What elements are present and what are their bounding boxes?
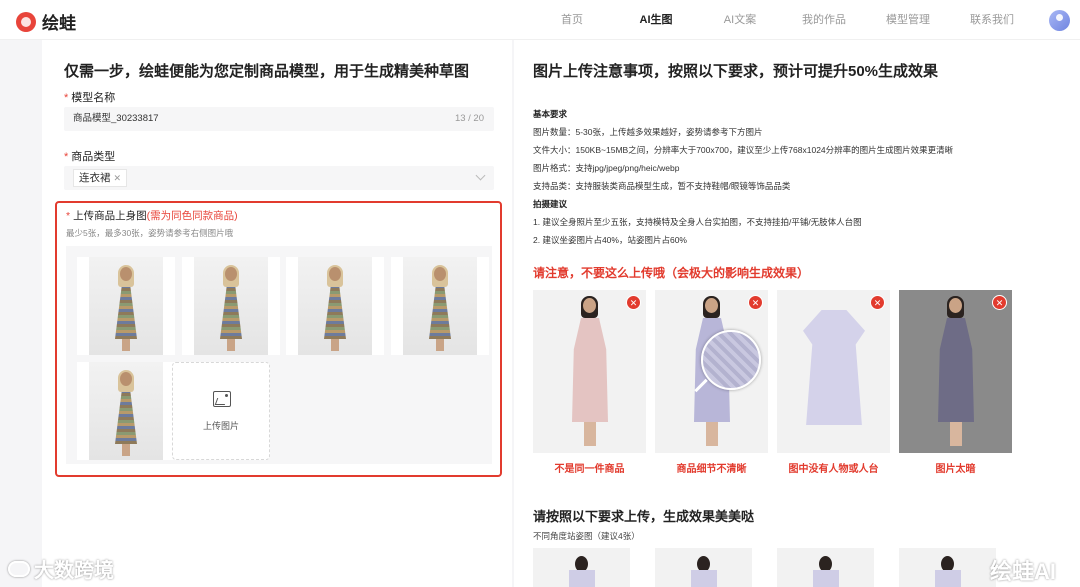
upload-hint: 最少5张，最多30张，姿势请参考右侧图片哦 <box>66 228 234 238</box>
logo-icon <box>16 11 36 32</box>
uploaded-image[interactable] <box>77 257 175 355</box>
form-title: 仅需一步，绘蛙便能为您定制商品模型，用于生成精美种草图 <box>64 63 470 80</box>
shooting-tip-line: 2. 建议坐姿图片占40%，站姿图片占60% <box>533 235 687 245</box>
model-name-input[interactable]: 商品模型_30233817 13 / 20 <box>64 107 494 131</box>
chevron-down-icon <box>475 170 486 181</box>
nav-home[interactable]: 首页 <box>530 0 614 40</box>
watermark-right: 绘蛙AI <box>990 559 1057 584</box>
category-tag: 连衣裙 ✕ <box>73 169 128 187</box>
uploaded-image[interactable] <box>77 362 175 460</box>
nav-ai-copy[interactable]: AI文案 <box>698 0 782 40</box>
upload-guidelines-panel: 图片上传注意事项，按照以下要求，预计可提升50%生成效果 基本要求 图片数量：5… <box>514 40 1080 587</box>
shooting-tip-line: 1. 建议全身照片至少五张，支持模特及全身人台实拍图，不支持挂拍/平铺/无肢体人… <box>533 217 862 227</box>
good-examples-title: 请按照以下要求上传，生成效果美美哒 <box>533 509 755 524</box>
nav-ai-image[interactable]: AI生图 <box>614 0 698 40</box>
requirement-line: 支持品类：支持服装类商品模型生成，暂不支持鞋帽/眼镜等饰品品类 <box>533 181 791 191</box>
bad-example-card: ✕ <box>777 290 890 453</box>
upload-label: * 上传商品上身图(需为同色同款商品) <box>66 210 238 222</box>
image-grid: 上传图片 <box>66 246 492 464</box>
main-nav: 首页 AI生图 AI文案 我的作品 模型管理 联系我们 <box>530 0 1034 40</box>
user-avatar[interactable] <box>1049 10 1070 31</box>
requirements-list: 基本要求 图片数量：5-30张，上传越多效果越好，姿势请参考下方图片 文件大小：… <box>533 105 953 249</box>
close-icon: ✕ <box>992 295 1007 310</box>
char-counter: 13 / 20 <box>454 113 484 124</box>
basic-requirements-heading: 基本要求 <box>533 109 568 119</box>
nav-my-works[interactable]: 我的作品 <box>782 0 866 40</box>
magnifier-detail-icon <box>701 330 761 390</box>
logo-text: 绘蛙 <box>42 14 76 33</box>
remove-tag-icon[interactable]: ✕ <box>114 173 122 183</box>
good-examples-subtitle: 不同角度站姿图（建议4张） <box>533 531 640 541</box>
watermark-left: 大数跨境 <box>8 554 114 583</box>
uploaded-image[interactable] <box>391 257 489 355</box>
watermark-logo-icon <box>8 560 30 577</box>
model-form-panel: 仅需一步，绘蛙便能为您定制商品模型，用于生成精美种草图 * 模型名称 商品模型_3… <box>42 40 512 587</box>
close-icon: ✕ <box>748 295 763 310</box>
good-example-card <box>655 548 752 587</box>
bad-example-caption: 不是同一件商品 <box>554 464 625 475</box>
bad-example-card: ✕ <box>899 290 1012 453</box>
model-name-label: * 模型名称 <box>64 92 116 104</box>
guidelines-title: 图片上传注意事项，按照以下要求，预计可提升50%生成效果 <box>533 63 939 80</box>
uploaded-image[interactable] <box>286 257 384 355</box>
good-example-card <box>899 548 996 587</box>
nav-model-management[interactable]: 模型管理 <box>866 0 950 40</box>
logo[interactable]: 绘蛙 <box>16 9 76 34</box>
upload-image-button[interactable]: 上传图片 <box>172 362 270 460</box>
requirement-line: 图片格式：支持jpg/jpeg/png/heic/webp <box>533 163 680 173</box>
requirement-line: 图片数量：5-30张，上传越多效果越好，姿势请参考下方图片 <box>533 127 763 137</box>
bad-example-caption: 商品细节不清晰 <box>676 464 747 475</box>
uploaded-image[interactable] <box>182 257 280 355</box>
bad-example-card: ✕ <box>655 290 768 453</box>
bad-example-caption: 图中没有人物或人台 <box>788 464 879 475</box>
warning-title: 请注意，不要这么上传哦（会极大的影响生成效果） <box>533 266 810 280</box>
upload-section: * 上传商品上身图(需为同色同款商品) 最少5张，最多30张，姿势请参考右侧图片哦… <box>55 201 502 477</box>
good-example-card <box>777 548 874 587</box>
nav-contact-us[interactable]: 联系我们 <box>950 0 1034 40</box>
bad-example-card: ✕ <box>533 290 646 453</box>
close-icon: ✕ <box>626 295 641 310</box>
image-upload-icon <box>213 391 231 407</box>
shooting-tips-heading: 拍摄建议 <box>533 199 568 209</box>
category-select[interactable]: 连衣裙 ✕ <box>64 166 494 190</box>
good-example-card <box>533 548 630 587</box>
requirement-line: 文件大小：150KB~15MB之间，分辨率大于700x700，建议至少上传768… <box>533 145 954 155</box>
bad-example-caption: 图片太暗 <box>935 464 976 475</box>
category-label: * 商品类型 <box>64 151 116 163</box>
top-bar: 绘蛙 首页 AI生图 AI文案 我的作品 模型管理 联系我们 <box>0 0 1080 40</box>
close-icon: ✕ <box>870 295 885 310</box>
